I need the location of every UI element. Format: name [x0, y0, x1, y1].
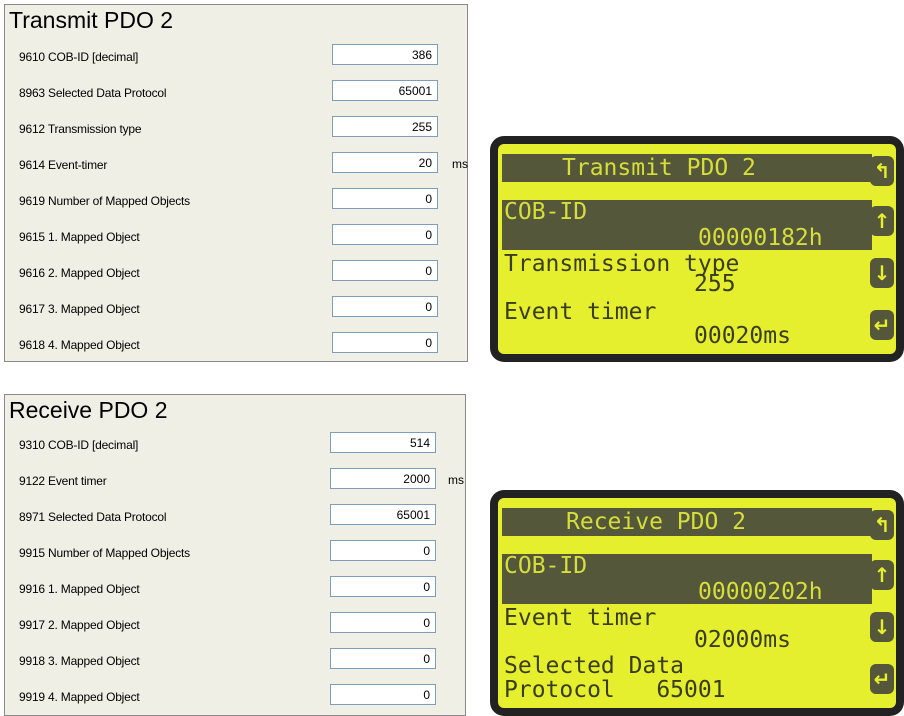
- form-row: 9618 4. Mapped Object 0: [5, 327, 467, 363]
- lcd-line-4: Protocol 65001: [504, 677, 726, 703]
- field-label: 9310 COB-ID [decimal]: [19, 438, 139, 452]
- receive-pdo-panel: Receive PDO 2 9310 COB-ID [decimal] 514 91…: [4, 394, 466, 716]
- value-input[interactable]: 65001: [332, 80, 438, 101]
- panel-title: Receive PDO 2: [9, 397, 168, 423]
- field-label: 9614 Event-timer: [19, 158, 108, 172]
- form-row: 8971 Selected Data Protocol 65001: [5, 499, 465, 535]
- lcd-screen: Receive PDO 2 COB-ID 00000202h Event tim…: [498, 498, 896, 708]
- value-input[interactable]: 65001: [330, 504, 436, 525]
- lcd-line-2: 02000ms: [694, 627, 791, 653]
- field-label: 9619 Number of Mapped Objects: [19, 194, 190, 208]
- form-row: 8963 Selected Data Protocol 65001: [5, 75, 467, 111]
- enter-icon[interactable]: ↵: [870, 664, 894, 694]
- lcd-header-bar: Receive PDO 2: [502, 508, 872, 536]
- value-input[interactable]: 514: [330, 432, 436, 453]
- field-label: 9916 1. Mapped Object: [19, 582, 140, 596]
- form-row: 9917 2. Mapped Object 0: [5, 607, 465, 643]
- form-row: 9614 Event-timer 20 ms: [5, 147, 468, 183]
- value-input[interactable]: 386: [332, 44, 438, 65]
- lcd-line-1: Event timer: [504, 605, 657, 631]
- form-row: 9915 Number of Mapped Objects 0: [5, 535, 465, 571]
- panel-title: Transmit PDO 2: [9, 7, 174, 33]
- enter-icon[interactable]: ↵: [870, 310, 894, 340]
- field-label: 9616 2. Mapped Object: [19, 266, 140, 280]
- field-label: 9122 Event timer: [19, 474, 107, 488]
- lcd-selected-label: COB-ID: [504, 199, 588, 225]
- lcd-selected-row[interactable]: COB-ID 00000182h: [502, 200, 872, 250]
- lcd-selected-value: 00000182h: [698, 225, 823, 251]
- value-input[interactable]: 0: [330, 612, 436, 633]
- unit-label: ms: [452, 157, 468, 171]
- value-input[interactable]: 20: [332, 152, 438, 173]
- field-label: 8963 Selected Data Protocol: [19, 86, 167, 100]
- form-row: 9919 4. Mapped Object 0: [5, 679, 465, 715]
- form-row: 9310 COB-ID [decimal] 514: [5, 427, 465, 463]
- value-input[interactable]: 0: [330, 684, 436, 705]
- value-input[interactable]: 0: [332, 224, 438, 245]
- field-label: 9610 COB-ID [decimal]: [19, 50, 139, 64]
- field-label: 9615 1. Mapped Object: [19, 230, 140, 244]
- lcd-header-bar: Transmit PDO 2: [502, 154, 872, 182]
- form-row: 9619 Number of Mapped Objects 0: [5, 183, 467, 219]
- transmit-pdo-panel: Transmit PDO 2 9610 COB-ID [decimal] 386 8…: [4, 4, 468, 362]
- value-input[interactable]: 255: [332, 116, 438, 137]
- value-input[interactable]: 0: [330, 576, 436, 597]
- lcd-header: Receive PDO 2: [566, 509, 747, 535]
- form-row: 9918 3. Mapped Object 0: [5, 643, 465, 679]
- form-row: 9617 3. Mapped Object 0: [5, 291, 467, 327]
- field-label: 9618 4. Mapped Object: [19, 338, 140, 352]
- form-row: 9615 1. Mapped Object 0: [5, 219, 467, 255]
- field-label: 9918 3. Mapped Object: [19, 654, 140, 668]
- form-row: 9616 2. Mapped Object 0: [5, 255, 467, 291]
- lcd-screen: Transmit PDO 2 COB-ID 00000182h Transmis…: [498, 144, 896, 354]
- value-input[interactable]: 0: [332, 332, 438, 353]
- lcd-header: Transmit PDO 2: [562, 155, 756, 181]
- field-label: 8971 Selected Data Protocol: [19, 510, 167, 524]
- lcd-line-4: 00020ms: [694, 323, 791, 349]
- form-row: 9612 Transmission type 255: [5, 111, 467, 147]
- value-input[interactable]: 0: [332, 296, 438, 317]
- back-arrow-icon[interactable]: ↰: [870, 156, 894, 186]
- lcd-line-3: Event timer: [504, 299, 657, 325]
- field-label: 9919 4. Mapped Object: [19, 690, 140, 704]
- lcd-display-transmit: Transmit PDO 2 COB-ID 00000182h Transmis…: [490, 136, 904, 362]
- value-input[interactable]: 0: [330, 540, 436, 561]
- up-arrow-icon[interactable]: ↑: [870, 206, 894, 236]
- unit-label: ms: [448, 473, 464, 487]
- value-input[interactable]: 0: [332, 188, 438, 209]
- up-arrow-icon[interactable]: ↑: [870, 560, 894, 590]
- field-label: 9612 Transmission type: [19, 122, 142, 136]
- back-arrow-icon[interactable]: ↰: [870, 510, 894, 540]
- lcd-selected-label: COB-ID: [504, 553, 588, 579]
- down-arrow-icon[interactable]: ↓: [870, 612, 894, 642]
- lcd-selected-value: 00000202h: [698, 579, 823, 605]
- lcd-line-2: 255: [694, 271, 736, 297]
- value-input[interactable]: 2000: [330, 468, 436, 489]
- lcd-line-3: Selected Data: [504, 653, 685, 679]
- field-label: 9917 2. Mapped Object: [19, 618, 140, 632]
- form-row: 9916 1. Mapped Object 0: [5, 571, 465, 607]
- lcd-display-receive: Receive PDO 2 COB-ID 00000202h Event tim…: [490, 490, 904, 716]
- value-input[interactable]: 0: [330, 648, 436, 669]
- field-label: 9617 3. Mapped Object: [19, 302, 140, 316]
- value-input[interactable]: 0: [332, 260, 438, 281]
- form-row: 9122 Event timer 2000 ms: [5, 463, 465, 499]
- field-label: 9915 Number of Mapped Objects: [19, 546, 190, 560]
- down-arrow-icon[interactable]: ↓: [870, 258, 894, 288]
- form-row: 9610 COB-ID [decimal] 386: [5, 39, 467, 75]
- lcd-selected-row[interactable]: COB-ID 00000202h: [502, 554, 872, 604]
